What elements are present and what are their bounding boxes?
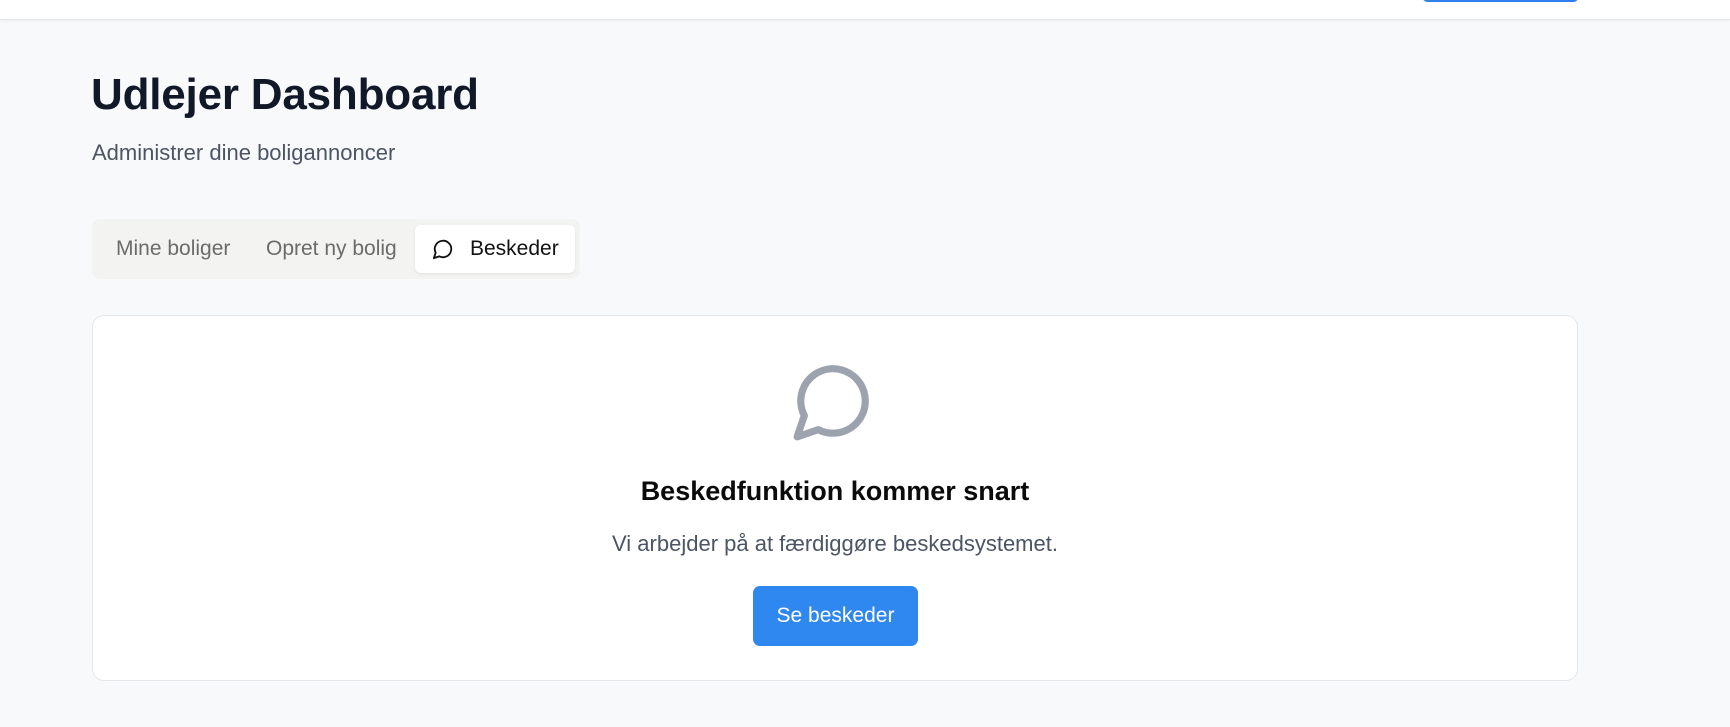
see-messages-button[interactable]: Se beskeder [753, 586, 918, 646]
tab-mine-boliger[interactable]: Mine boliger [116, 225, 230, 273]
page-subtitle: Administrer dine boligannoncer [92, 140, 396, 165]
tab-opret-ny-bolig[interactable]: Opret ny bolig [266, 225, 397, 273]
topbar-action-button[interactable] [1422, 0, 1579, 2]
page-title: Udlejer Dashboard [91, 70, 479, 119]
tab-beskeder-label: Beskeder [470, 237, 559, 260]
top-navigation-bar [0, 0, 1730, 20]
message-circle-icon [432, 239, 453, 260]
message-circle-icon [793, 365, 869, 441]
dashboard-tabs: Mine boliger Opret ny bolig Beskeder [92, 219, 580, 279]
tab-beskeder[interactable]: Beskeder [415, 225, 575, 273]
empty-state-heading: Beskedfunktion kommer snart [640, 476, 1030, 506]
empty-state-text: Vi arbejder på at færdiggøre beskedsyste… [612, 531, 1058, 556]
